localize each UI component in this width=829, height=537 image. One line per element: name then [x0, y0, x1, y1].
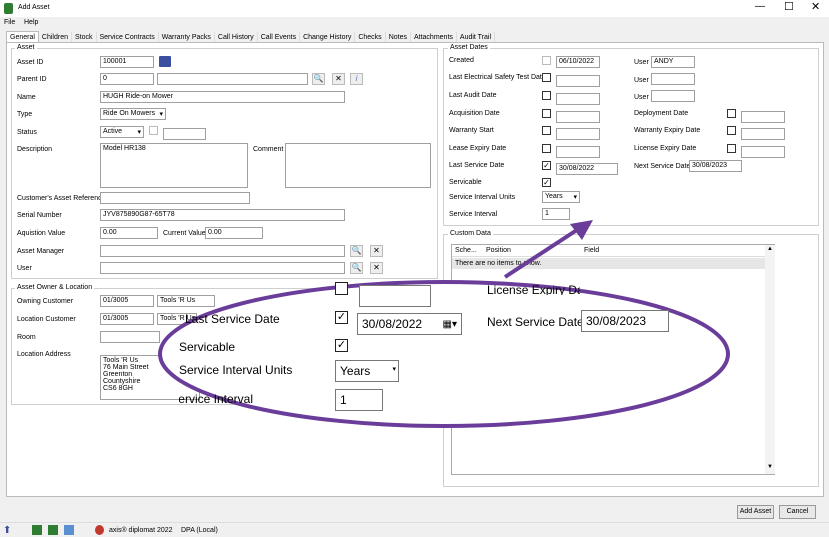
zoom-interval-units-select: Years [335, 360, 399, 382]
zoom-interval-units-label: Service Interval Units [179, 363, 293, 377]
calendar-icon: ▦▾ [442, 319, 457, 330]
zoom-last-service-label: Last Service Date [185, 312, 280, 326]
zoom-license-label: License Expiry Date [487, 283, 580, 295]
zoom-next-service-label: Next Service Date [487, 315, 584, 329]
zoom-interval-field: 1 [335, 389, 383, 411]
callout-overlay [158, 220, 730, 428]
zoom-servicable-checkbox: ✓ [335, 339, 348, 352]
zoom-last-service-field: 30/08/2022 ▦▾ [357, 313, 462, 335]
zoom-next-service-field: 30/08/2023 [581, 310, 669, 332]
zoom-license-checkbox [335, 282, 348, 295]
zoom-servicable-label: Servicable [179, 340, 236, 354]
callout-arrow-line [503, 224, 585, 279]
zoom-license-field [359, 285, 431, 307]
zoom-interval-label: Service Interval [179, 392, 253, 406]
zoom-last-service-value: 30/08/2022 [362, 317, 423, 331]
zoom-last-service-checkbox: ✓ [335, 311, 348, 324]
